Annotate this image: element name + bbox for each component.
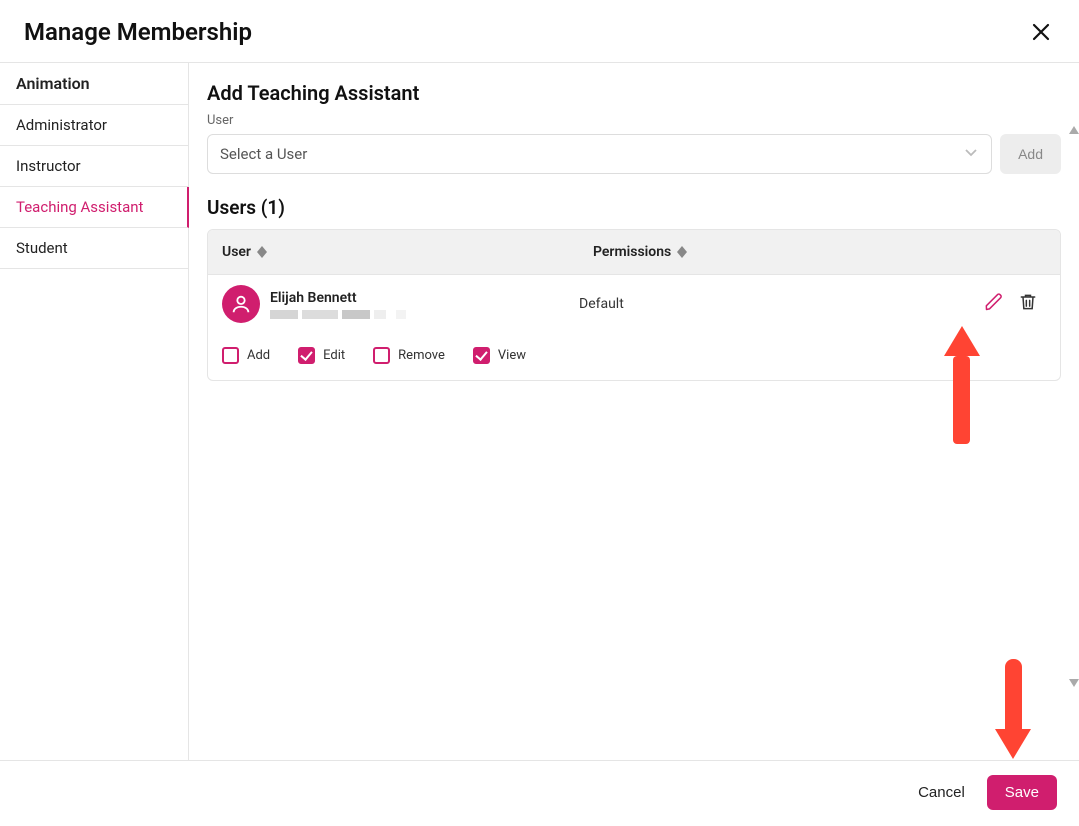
edit-row-button[interactable] xyxy=(984,292,1004,316)
add-user-button[interactable]: Add xyxy=(1000,134,1061,174)
cell-permissions: Default xyxy=(579,296,948,312)
users-heading: Users (1) xyxy=(207,196,1061,219)
column-actions xyxy=(962,230,1060,274)
checkbox-edit[interactable] xyxy=(298,347,315,364)
column-user[interactable]: User xyxy=(208,230,579,274)
sidebar: Animation Administrator Instructor Teach… xyxy=(0,63,189,760)
user-select-placeholder: Select a User xyxy=(220,145,307,163)
users-table: User Permissions xyxy=(207,229,1061,381)
perm-view[interactable]: View xyxy=(473,347,526,364)
pencil-icon xyxy=(984,292,1004,312)
section-title: Add Teaching Assistant xyxy=(207,81,1061,105)
sidebar-header: Animation xyxy=(0,63,188,105)
checkbox-view[interactable] xyxy=(473,347,490,364)
checkbox-remove[interactable] xyxy=(373,347,390,364)
user-info: Elijah Bennett xyxy=(270,290,406,319)
user-field-label: User xyxy=(207,113,1061,128)
perm-view-label: View xyxy=(498,348,526,363)
checkbox-add[interactable] xyxy=(222,347,239,364)
sort-icon xyxy=(677,246,687,258)
close-icon xyxy=(1032,23,1050,41)
dialog-title: Manage Membership xyxy=(24,18,252,46)
sidebar-item-instructor[interactable]: Instructor xyxy=(0,146,188,187)
avatar xyxy=(222,285,260,323)
person-icon xyxy=(230,293,252,315)
cancel-button[interactable]: Cancel xyxy=(918,784,965,801)
column-permissions-label: Permissions xyxy=(593,244,671,260)
scrollbar-up-icon[interactable] xyxy=(1069,126,1079,137)
save-button[interactable]: Save xyxy=(987,775,1057,810)
perm-edit-label: Edit xyxy=(323,348,345,363)
cell-actions xyxy=(948,292,1046,316)
scrollbar[interactable] xyxy=(1069,126,1077,690)
close-button[interactable] xyxy=(1027,18,1055,46)
main-panel: Add Teaching Assistant User Select a Use… xyxy=(189,63,1079,760)
perm-add[interactable]: Add xyxy=(222,347,270,364)
user-subtext-redacted xyxy=(270,310,406,319)
perm-edit[interactable]: Edit xyxy=(298,347,345,364)
user-select-row: Select a User Add xyxy=(207,134,1061,174)
chevron-down-icon xyxy=(963,144,979,164)
perm-add-label: Add xyxy=(247,348,270,363)
delete-row-button[interactable] xyxy=(1018,292,1038,316)
sidebar-item-teaching-assistant[interactable]: Teaching Assistant xyxy=(0,187,189,228)
table-header: User Permissions xyxy=(208,230,1060,275)
sidebar-item-student[interactable]: Student xyxy=(0,228,188,269)
sidebar-item-administrator[interactable]: Administrator xyxy=(0,105,188,146)
dialog-body: Animation Administrator Instructor Teach… xyxy=(0,63,1079,760)
cell-user: Elijah Bennett xyxy=(222,285,579,323)
perm-remove[interactable]: Remove xyxy=(373,347,445,364)
perm-remove-label: Remove xyxy=(398,348,445,363)
manage-membership-dialog: Manage Membership Animation Administrato… xyxy=(0,0,1079,826)
permissions-row: Add Edit Remove View xyxy=(208,333,1060,380)
trash-icon xyxy=(1018,292,1038,312)
table-row: Elijah Bennett Default xyxy=(208,275,1060,333)
dialog-header: Manage Membership xyxy=(0,0,1079,63)
column-user-label: User xyxy=(222,244,251,260)
user-name: Elijah Bennett xyxy=(270,290,406,306)
sort-icon xyxy=(257,246,267,258)
user-select[interactable]: Select a User xyxy=(207,134,992,174)
dialog-footer: Cancel Save xyxy=(0,760,1079,826)
column-permissions[interactable]: Permissions xyxy=(579,230,962,274)
scrollbar-down-icon[interactable] xyxy=(1069,679,1079,690)
